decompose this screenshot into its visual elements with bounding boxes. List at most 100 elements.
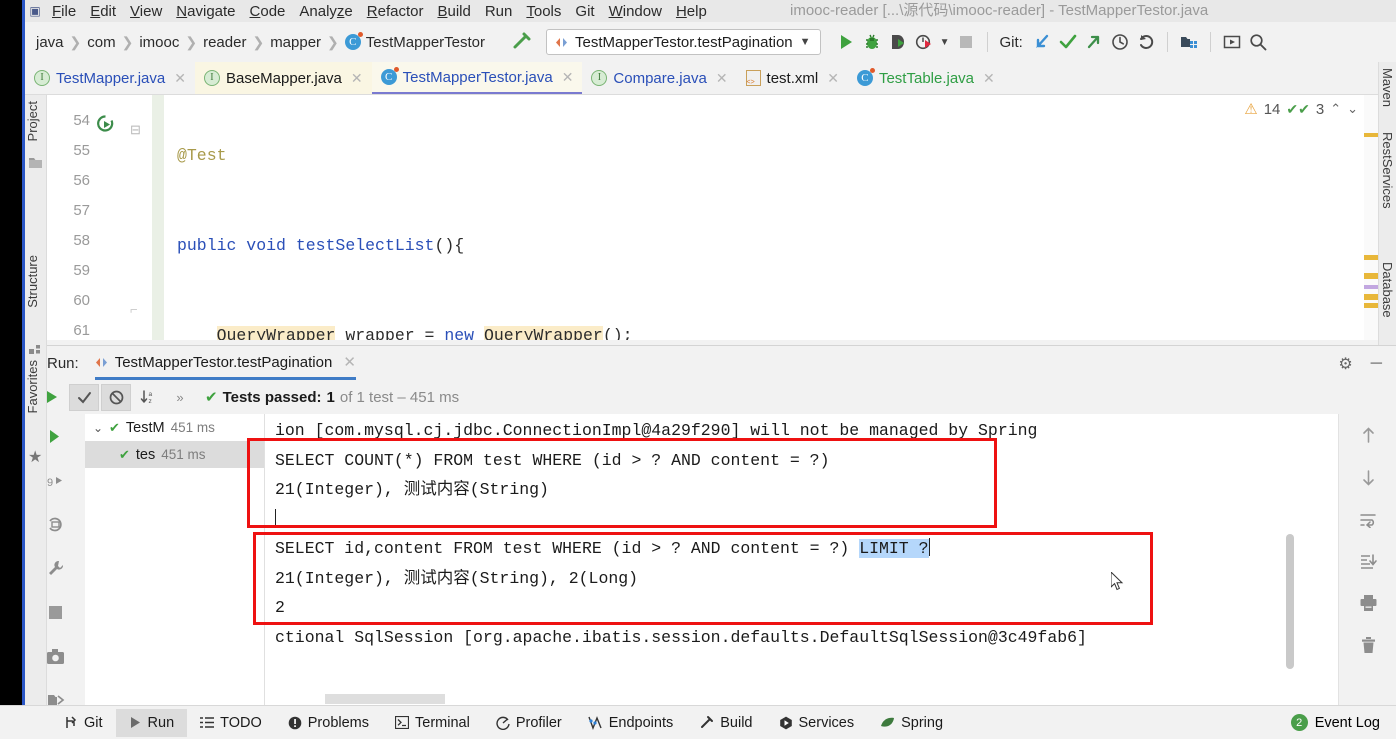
- status-bar-label: TODO: [220, 714, 262, 731]
- close-icon[interactable]: ✕: [351, 70, 363, 87]
- breadcrumb-com[interactable]: com: [84, 34, 118, 51]
- gear-icon[interactable]: ⚙: [1338, 354, 1352, 374]
- search-everywhere-icon[interactable]: [1245, 29, 1271, 55]
- close-icon[interactable]: ✕: [827, 70, 839, 87]
- console-scrollbar[interactable]: [1286, 534, 1294, 669]
- tab-testmappertestor-java[interactable]: C TestMapperTestor.java ✕: [371, 62, 583, 94]
- sort-alphabetically-button[interactable]: az: [133, 384, 163, 411]
- tab-testtable-java[interactable]: C TestTable.java ✕: [848, 62, 1004, 94]
- status-bar-item-git[interactable]: Git: [50, 709, 116, 737]
- next-highlight-icon[interactable]: ⌄: [1347, 101, 1358, 117]
- git-push-icon[interactable]: [1081, 29, 1107, 55]
- test-node-duration: 451 ms: [170, 420, 215, 435]
- git-rollback-icon[interactable]: [1133, 29, 1159, 55]
- status-bar-item-terminal[interactable]: Terminal: [382, 709, 483, 737]
- line-number: 53: [73, 95, 90, 99]
- menu-item-refactor[interactable]: Refactor: [360, 3, 431, 20]
- show-passed-toggle[interactable]: [69, 383, 99, 411]
- close-icon[interactable]: ✕: [174, 70, 186, 87]
- status-bar-item-todo[interactable]: TODO: [187, 709, 275, 737]
- menu-item-run[interactable]: Run: [478, 3, 520, 20]
- breadcrumb-reader[interactable]: reader: [200, 34, 249, 51]
- menu-item-tools[interactable]: Tools: [519, 3, 568, 20]
- scroll-down-icon[interactable]: [1339, 456, 1396, 498]
- menu-item-code[interactable]: Code: [243, 3, 293, 20]
- show-ignored-toggle[interactable]: [101, 383, 131, 411]
- menu-item-build[interactable]: Build: [430, 3, 477, 20]
- status-bar-item-endpoints[interactable]: Endpoints: [575, 709, 687, 737]
- tab-compare-java[interactable]: I Compare.java ✕: [582, 62, 736, 94]
- git-update-icon[interactable]: [1029, 29, 1055, 55]
- status-bar-item-profiler[interactable]: Profiler: [483, 709, 575, 737]
- tool-window-database[interactable]: Database: [1380, 262, 1395, 318]
- tool-window-label: Structure: [25, 255, 40, 308]
- build-hammer-icon[interactable]: [510, 31, 532, 53]
- close-icon[interactable]: ✕: [562, 69, 574, 86]
- status-bar-label: Problems: [307, 714, 370, 731]
- status-bar-item-build[interactable]: Build: [686, 709, 765, 737]
- status-bar-item-problems[interactable]: Problems: [275, 709, 382, 737]
- toolbar-divider: [1209, 32, 1211, 52]
- menu-item-git[interactable]: Git: [568, 3, 601, 20]
- problems-icon: [288, 716, 302, 729]
- chevron-down-icon[interactable]: ⌄: [93, 421, 103, 435]
- test-results-tree[interactable]: ⌄ ✔ TestM 451 ms ✔ tes 451 ms: [85, 414, 265, 705]
- run-tab-testpagination[interactable]: TestMapperTestor.testPagination ✕: [94, 348, 356, 380]
- code-editor[interactable]: 53 54 55 56 57 58 59 60 61 ⊟ ⌐ @Test pub…: [47, 95, 1378, 340]
- menu-item-file[interactable]: File: [45, 3, 83, 20]
- breadcrumb-label: TestMapperTestor: [365, 33, 485, 51]
- event-log-widget[interactable]: 2 Event Log: [1290, 714, 1380, 731]
- git-history-icon[interactable]: [1107, 29, 1133, 55]
- tab-test-xml[interactable]: test.xml ✕: [737, 62, 848, 94]
- tool-window-favorites[interactable]: Favorites: [25, 360, 47, 455]
- status-bar-item-spring[interactable]: Spring: [867, 709, 956, 737]
- breadcrumb-testmappertestor[interactable]: C TestMapperTestor: [342, 32, 488, 51]
- tab-testmapper-java[interactable]: I TestMapper.java ✕: [25, 62, 195, 94]
- close-icon[interactable]: ✕: [343, 353, 356, 371]
- tool-window-structure[interactable]: Structure: [25, 255, 47, 350]
- run-test-gutter-icon[interactable]: [97, 115, 114, 132]
- menu-item-analyze[interactable]: Analyze: [292, 3, 359, 20]
- run-icon[interactable]: [833, 29, 859, 55]
- breadcrumb-java[interactable]: java: [33, 34, 67, 51]
- close-icon[interactable]: ✕: [716, 70, 728, 87]
- inspection-widget[interactable]: ⚠ 14 ✔✔ 3 ⌃ ⌄: [1244, 100, 1358, 119]
- minimize-icon[interactable]: ─: [1371, 355, 1382, 373]
- tool-window-maven[interactable]: Maven: [1380, 68, 1395, 107]
- scroll-up-icon[interactable]: [1339, 414, 1396, 456]
- tool-window-restservices[interactable]: RestServices: [1380, 132, 1395, 209]
- run-configuration-selector[interactable]: TestMapperTestor.testPagination ▼: [546, 29, 821, 55]
- debug-icon[interactable]: [859, 29, 885, 55]
- status-bar-item-run[interactable]: Run: [115, 708, 188, 737]
- trash-icon[interactable]: [1339, 624, 1396, 666]
- select-in-icon[interactable]: [1219, 29, 1245, 55]
- menu-item-help[interactable]: Help: [669, 3, 714, 20]
- soft-wrap-icon[interactable]: [1339, 498, 1396, 540]
- profile-icon[interactable]: [911, 29, 937, 55]
- prev-highlight-icon[interactable]: ⌃: [1330, 101, 1341, 117]
- git-commit-icon[interactable]: [1055, 29, 1081, 55]
- fold-end-icon[interactable]: ⌐: [130, 302, 138, 317]
- folder-icon: [29, 157, 43, 169]
- menu-item-edit[interactable]: Edit: [83, 3, 123, 20]
- editor-error-stripe[interactable]: [1364, 95, 1378, 340]
- ok-count: 3: [1315, 100, 1325, 118]
- close-icon[interactable]: ✕: [983, 70, 995, 87]
- print-icon[interactable]: [1339, 582, 1396, 624]
- status-bar-item-services[interactable]: Services: [766, 709, 868, 737]
- fold-collapse-icon[interactable]: ⊟: [130, 122, 141, 138]
- run-dropdown-icon[interactable]: ▼: [937, 29, 953, 55]
- run-with-coverage-icon[interactable]: [885, 29, 911, 55]
- scroll-to-end-icon[interactable]: [1339, 540, 1396, 582]
- breadcrumb-imooc[interactable]: imooc: [136, 34, 182, 51]
- test-tree-node-root[interactable]: ⌄ ✔ TestM 451 ms: [85, 414, 264, 441]
- horizontal-scrollbar[interactable]: [325, 694, 445, 704]
- breadcrumb-mapper[interactable]: mapper: [267, 34, 324, 51]
- test-tree-node-child[interactable]: ✔ tes 451 ms: [85, 441, 264, 468]
- project-structure-icon[interactable]: [1176, 29, 1202, 55]
- menu-item-window[interactable]: Window: [602, 3, 669, 20]
- menu-item-view[interactable]: View: [123, 3, 169, 20]
- menu-item-navigate[interactable]: Navigate: [169, 3, 242, 20]
- tab-basemapper-java[interactable]: I BaseMapper.java ✕: [194, 62, 372, 94]
- expand-more-button[interactable]: »: [165, 384, 195, 411]
